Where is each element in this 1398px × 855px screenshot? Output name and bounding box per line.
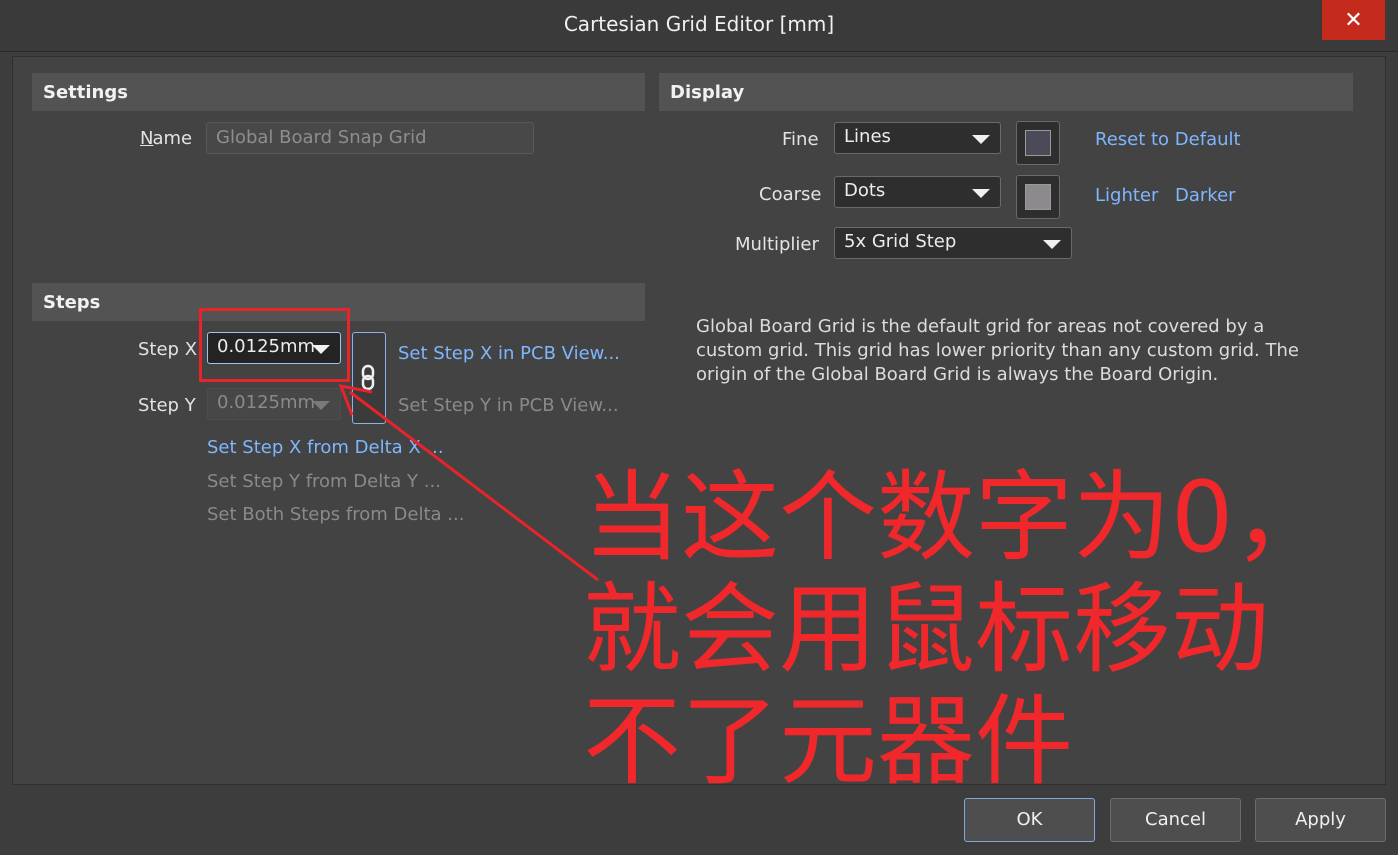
coarse-style-value: Dots (844, 180, 886, 201)
fine-style-select[interactable]: Lines (834, 122, 1001, 154)
multiplier-value: 5x Grid Step (844, 231, 957, 252)
cancel-button[interactable]: Cancel (1110, 798, 1241, 842)
title-bar: Cartesian Grid Editor [mm] ✕ (0, 0, 1398, 52)
coarse-color-button[interactable] (1016, 175, 1060, 219)
set-both-steps-from-delta-link[interactable]: Set Both Steps from Delta ... (207, 504, 464, 525)
name-field[interactable]: Global Board Snap Grid (206, 122, 534, 154)
set-step-y-from-delta-link[interactable]: Set Step Y from Delta Y ... (207, 471, 441, 492)
settings-header: Settings (32, 73, 645, 111)
step-y-value: 0.0125mm (217, 392, 316, 413)
lighter-link[interactable]: Lighter (1095, 185, 1158, 206)
set-step-y-in-view-link[interactable]: Set Step Y in PCB View... (398, 395, 619, 416)
coarse-color-swatch (1025, 184, 1051, 210)
highlight-box (199, 308, 350, 382)
chevron-down-icon (972, 135, 990, 144)
set-step-x-from-delta-link[interactable]: Set Step X from Delta X ... (207, 437, 444, 458)
darker-link[interactable]: Darker (1175, 185, 1236, 206)
chevron-down-icon (972, 189, 990, 198)
coarse-label: Coarse (759, 184, 822, 205)
step-y-label: Step Y (138, 395, 196, 416)
grid-description: Global Board Grid is the default grid fo… (696, 316, 1299, 385)
display-header: Display (659, 73, 1353, 111)
name-label: Name (140, 128, 193, 149)
window-title: Cartesian Grid Editor [mm] (563, 12, 835, 36)
reset-to-default-link[interactable]: Reset to Default (1095, 129, 1241, 150)
ok-button[interactable]: OK (964, 798, 1095, 842)
chevron-down-icon (312, 401, 330, 410)
multiplier-label: Multiplier (735, 234, 819, 255)
fine-style-value: Lines (844, 126, 891, 147)
coarse-style-select[interactable]: Dots (834, 176, 1001, 208)
close-icon: ✕ (1344, 7, 1363, 33)
step-x-label: Step X (138, 339, 198, 360)
apply-button[interactable]: Apply (1255, 798, 1386, 842)
set-step-x-in-view-link[interactable]: Set Step X in PCB View... (398, 343, 620, 364)
fine-color-button[interactable] (1016, 121, 1060, 165)
chain-link-icon (361, 364, 375, 391)
step-y-combo[interactable]: 0.0125mm (207, 388, 341, 420)
annotation-text: 当这个数字为0，就会用鼠标移动不了元器件 (583, 461, 1332, 799)
close-button[interactable]: ✕ (1322, 0, 1385, 40)
fine-color-swatch (1025, 130, 1051, 156)
link-steps-toggle[interactable] (352, 332, 386, 424)
fine-label: Fine (782, 129, 819, 150)
name-label-text: ame (152, 128, 193, 149)
chevron-down-icon (1043, 240, 1061, 249)
multiplier-select[interactable]: 5x Grid Step (834, 227, 1072, 259)
